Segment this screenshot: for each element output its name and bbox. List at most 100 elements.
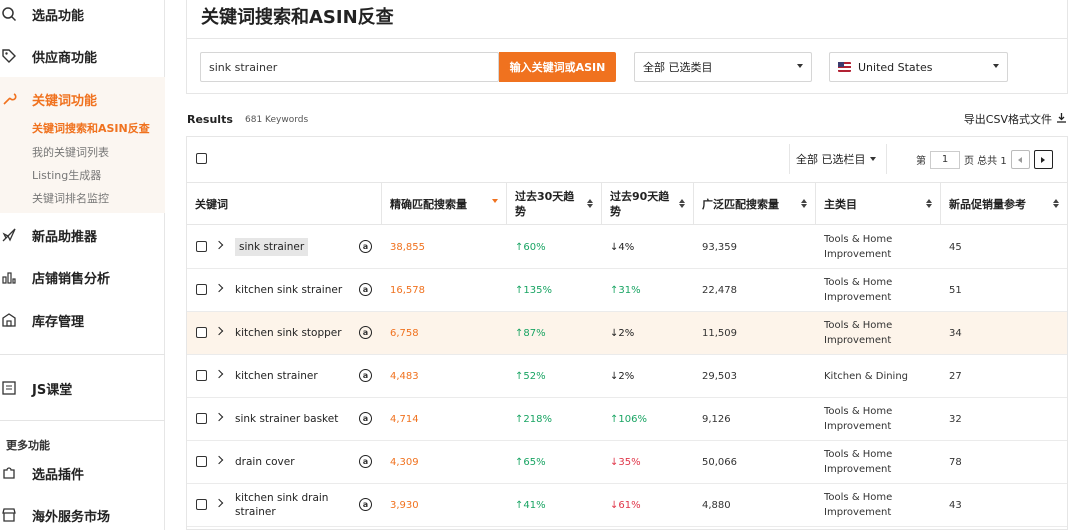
keyword-cell[interactable]: kitchen strainer xyxy=(235,355,318,397)
sort-desc-icon xyxy=(492,199,498,203)
exact-volume-cell: 3,930 xyxy=(390,499,419,511)
select-all-checkbox[interactable] xyxy=(196,153,207,164)
sidebar-item-plugin[interactable]: 选品插件 xyxy=(0,453,165,493)
sidebar-item-supplier[interactable]: 供应商功能 xyxy=(0,36,165,76)
page-suffix: 页 总共 1 xyxy=(964,156,1007,167)
col-broad-volume[interactable]: 广泛匹配搜索量 xyxy=(694,183,816,225)
keyword-cell[interactable]: kitchen sink drain strainer xyxy=(235,484,345,526)
prev-page-button[interactable] xyxy=(1010,150,1030,169)
col-category[interactable]: 主类目 xyxy=(816,183,941,225)
sidebar-subitem-rank-tracker[interactable]: 关键词排名监控 xyxy=(32,190,109,206)
exact-volume-cell: 4,714 xyxy=(390,413,419,425)
chevron-right-icon xyxy=(1041,156,1046,163)
expand-chevron-icon[interactable] xyxy=(214,498,224,508)
keyword-cell[interactable]: sink strainer xyxy=(235,226,309,268)
category-cell: Kitchen & Dining xyxy=(824,370,909,382)
keyword-text: kitchen sink drain strainer xyxy=(235,492,329,518)
amazon-search-icon[interactable]: a xyxy=(359,283,372,296)
sidebar-item-service-market[interactable]: 海外服务市场 xyxy=(0,495,165,530)
row-checkbox[interactable] xyxy=(196,284,207,295)
row-checkbox[interactable] xyxy=(196,456,207,467)
table-row[interactable]: kitchen sink stopper a 6,758 ↑ 87% ↓ 2% 11… xyxy=(187,312,1067,355)
keyword-cell[interactable]: kitchen sink strainer xyxy=(235,269,342,311)
row-checkbox[interactable] xyxy=(196,370,207,381)
row-checkbox[interactable] xyxy=(196,327,207,338)
page-number-input[interactable]: 1 xyxy=(930,150,960,169)
amazon-search-icon[interactable]: a xyxy=(359,369,372,382)
sidebar-item-inventory[interactable]: 库存管理 xyxy=(0,300,165,340)
sidebar-subitem-listing-generator[interactable]: Listing生成器 xyxy=(32,167,101,183)
col-trend-90[interactable]: 过去90天趋势 xyxy=(602,183,694,225)
table-row[interactable]: kitchen strainer a 4,483 ↑ 52% ↓ 2% 29,503… xyxy=(187,355,1067,398)
country-select[interactable]: United States xyxy=(829,52,1008,82)
category-cell: Tools & Home Improvement xyxy=(824,406,893,432)
col-exact-volume[interactable]: 精确匹配搜索量 xyxy=(382,183,507,225)
expand-chevron-icon[interactable] xyxy=(214,283,224,293)
next-page-button[interactable] xyxy=(1033,150,1053,169)
amazon-search-icon[interactable]: a xyxy=(359,498,372,511)
puzzle-icon xyxy=(0,464,18,482)
row-checkbox[interactable] xyxy=(196,499,207,510)
amazon-search-icon[interactable]: a xyxy=(359,240,372,253)
table-row[interactable]: kitchen sink drain strainer a 3,930 ↑ 41%… xyxy=(187,484,1067,527)
exact-volume-cell: 4,309 xyxy=(390,456,419,468)
trend-arrow-icon: ↑ xyxy=(515,327,524,339)
table-row[interactable]: sink strainer a 38,855 ↑ 60% ↓ 4% 93,359 T… xyxy=(187,226,1067,269)
pagination: 第 1 页 总共 1 xyxy=(916,150,1053,169)
table-row[interactable]: sink strainer basket a 4,714 ↑ 218% ↑ 106%… xyxy=(187,398,1067,441)
trend-30-value: 87% xyxy=(523,327,546,339)
amazon-search-icon[interactable]: a xyxy=(359,455,372,468)
sidebar-item-product-selection[interactable]: 选品功能 xyxy=(0,0,165,34)
sidebar-item-keyword[interactable]: 关键词功能 xyxy=(0,79,165,119)
results-table: 全部 已选栏目 第 1 页 总共 1 关键词 精确匹配搜索量 过去30天趋势 过… xyxy=(186,136,1068,530)
row-checkbox[interactable] xyxy=(196,413,207,424)
trend-90-value: 2% xyxy=(618,327,635,339)
sort-icon xyxy=(679,199,685,208)
expand-chevron-icon[interactable] xyxy=(214,326,224,336)
search-button[interactable]: 输入关键词或ASIN xyxy=(499,52,616,82)
table-row[interactable]: drain cover a 4,309 ↑ 65% ↓ 35% 50,066 Too… xyxy=(187,441,1067,484)
table-row[interactable]: kitchen sink strainer a 16,578 ↑ 135% ↑ 31… xyxy=(187,269,1067,312)
trend-arrow-icon: ↑ xyxy=(515,284,524,296)
amazon-search-icon[interactable]: a xyxy=(359,412,372,425)
sidebar-item-store-sales[interactable]: 店铺销售分析 xyxy=(0,257,165,297)
expand-chevron-icon[interactable] xyxy=(214,240,224,250)
sidebar-subitem-my-keywords[interactable]: 我的关键词列表 xyxy=(32,144,109,160)
broad-volume-cell: 29,503 xyxy=(702,370,737,382)
expand-chevron-icon[interactable] xyxy=(214,455,224,465)
trend-30-value: 41% xyxy=(523,499,546,511)
trend-90-value: 4% xyxy=(618,241,635,253)
sidebar-subitem-keyword-search[interactable]: 关键词搜索和ASIN反查 xyxy=(32,120,150,136)
export-csv-button[interactable]: 导出CSV格式文件 xyxy=(964,111,1067,127)
trend-arrow-icon: ↑ xyxy=(515,499,524,511)
col-keyword[interactable]: 关键词 xyxy=(187,183,382,225)
trend-arrow-icon: ↓ xyxy=(610,499,619,511)
trend-arrow-icon: ↑ xyxy=(610,413,619,425)
sidebar-divider xyxy=(0,420,165,421)
trend-arrow-icon: ↓ xyxy=(610,456,619,468)
sidebar-item-launch-booster[interactable]: 新品助推器 xyxy=(0,215,165,255)
amazon-search-icon[interactable]: a xyxy=(359,326,372,339)
sidebar-item-js-academy[interactable]: JS课堂 xyxy=(0,368,165,408)
expand-chevron-icon[interactable] xyxy=(214,369,224,379)
results-label: Results xyxy=(187,113,233,126)
promo-sales-cell: 32 xyxy=(949,413,962,425)
category-cell: Tools & Home Improvement xyxy=(824,320,893,346)
trend-30-value: 52% xyxy=(523,370,546,382)
book-icon xyxy=(0,379,18,397)
broad-volume-cell: 4,880 xyxy=(702,499,731,511)
row-checkbox[interactable] xyxy=(196,241,207,252)
column-select[interactable]: 全部 已选栏目 xyxy=(789,144,887,174)
col-promo-sales[interactable]: 新品促销量参考 xyxy=(941,183,1067,225)
expand-chevron-icon[interactable] xyxy=(214,412,224,422)
keyword-cell[interactable]: sink strainer basket xyxy=(235,398,338,440)
category-select[interactable]: 全部 已选类目 xyxy=(634,52,812,82)
trend-90-value: 106% xyxy=(618,413,647,425)
table-toolbar: 全部 已选栏目 第 1 页 总共 1 xyxy=(187,137,1067,183)
search-input[interactable] xyxy=(200,52,499,82)
trend-30-cell: ↑ 87% xyxy=(515,312,546,354)
col-trend-30[interactable]: 过去30天趋势 xyxy=(507,183,602,225)
keyword-cell[interactable]: kitchen sink stopper xyxy=(235,312,342,354)
keyword-cell[interactable]: drain cover xyxy=(235,441,295,483)
trend-arrow-icon: ↑ xyxy=(515,456,524,468)
